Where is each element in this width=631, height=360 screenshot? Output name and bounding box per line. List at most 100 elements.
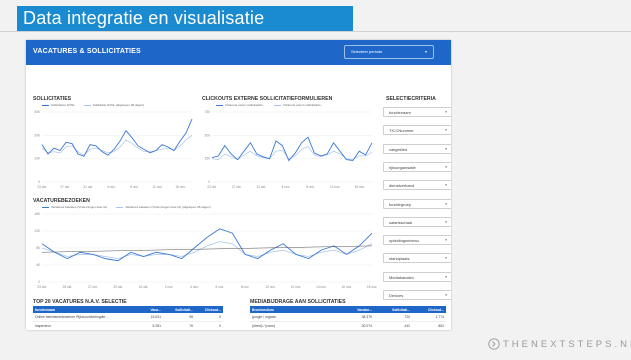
x-tick-label: 23 okt. xyxy=(37,285,47,289)
y-tick-label: 4K xyxy=(36,263,41,267)
x-tick-label: 12 nov. xyxy=(152,185,162,189)
col-header[interactable]: Sollicitati... xyxy=(374,306,412,313)
chevron-down-icon: ▾ xyxy=(445,219,447,224)
filter-label: dienstverband xyxy=(389,183,415,189)
filter-label: TICCNummer xyxy=(389,128,414,134)
sollicitaties-title: SOLLICITATIES xyxy=(33,96,72,102)
legend-item: Sollicitaties NVNL xyxy=(42,103,75,107)
x-tick-label: 2 nov. xyxy=(165,285,174,289)
y-tick-label: 10K xyxy=(34,157,41,161)
legend-item: Sollicitatie NVNL (afgelopen 28 dagen) xyxy=(83,103,144,107)
x-tick-label: 12 nov. xyxy=(291,285,301,289)
period-select-label: Selecteer periode xyxy=(351,49,383,54)
x-tick-label: 16 nov. xyxy=(175,185,185,189)
sollicitaties-legend: Sollicitaties NVNL Sollicitatie NVNL (af… xyxy=(42,103,152,107)
table-cell: 0 xyxy=(195,321,223,330)
filter-label: Devices xyxy=(389,293,404,298)
x-tick-label: 8 nov. xyxy=(130,185,139,189)
x-tick-label: 31 okt. xyxy=(139,285,149,289)
filter-devices[interactable]: Devices ▾ xyxy=(383,290,451,300)
x-tick-label: 29 okt. xyxy=(113,285,123,289)
table-cell: 442 xyxy=(374,321,412,330)
filter-vakgebied[interactable]: vakgebied ▾ xyxy=(383,143,451,154)
legend-item: Clickouts extern sollicitatiefo... xyxy=(274,103,323,107)
x-tick-label: 27 okt. xyxy=(88,285,98,289)
title-divider xyxy=(0,31,631,32)
col-header[interactable]: Sollicitati... xyxy=(163,306,195,313)
filter-standplaats[interactable]: standplaats ▾ xyxy=(383,253,451,264)
dashboard-header: VACATURES & SOLLICITATIES Selecteer peri… xyxy=(26,40,451,65)
table-cell: 98 xyxy=(163,313,195,322)
x-tick-label: 4 nov. xyxy=(190,285,199,289)
clickouts-legend: Clickouts extern sollicitatiefo... Click… xyxy=(216,103,331,107)
y-tick-label: 750 xyxy=(205,110,211,114)
filter-label: rijksorganisatie xyxy=(389,164,416,170)
media-table: Bron/medium Vacatur... Sollicitati... Cl… xyxy=(250,306,446,330)
col-header[interactable]: Vaca... xyxy=(133,306,163,313)
chevron-down-icon: ▾ xyxy=(424,49,427,54)
chevron-down-icon: ▾ xyxy=(445,164,447,169)
x-tick-label: 25 okt. xyxy=(63,285,73,289)
col-header[interactable]: Clickout... xyxy=(412,306,446,313)
top20-table: functienaam Vaca... Sollicitati... Click… xyxy=(33,306,223,330)
series-line-0 xyxy=(41,228,373,262)
filter-salarisschaal[interactable]: salarisschaal ▾ xyxy=(383,216,451,227)
legend-item: Vacatures bekeken (Vinfonningen doel 11)… xyxy=(116,205,211,209)
period-select[interactable]: Selecteer periode ▾ xyxy=(344,45,434,59)
chevron-down-icon: ▾ xyxy=(445,128,447,133)
table-cell: google / organic xyxy=(250,313,338,322)
filter-mediakanalen[interactable]: Mediakanalen ▾ xyxy=(383,271,451,282)
series-line-0 xyxy=(211,136,373,162)
col-header[interactable]: Clickout... xyxy=(195,306,223,313)
filter-dienstverband[interactable]: dienstverband ▾ xyxy=(383,180,451,191)
filter-label: functiegroep xyxy=(389,201,412,207)
y-tick-label: 12K xyxy=(34,229,41,233)
top20-title: TOP 20 VACATURES N.A.V. SELECTIE xyxy=(33,299,127,305)
table-cell: 720 xyxy=(374,313,412,322)
brand-logo-text: THENEXTSTEPS.NL xyxy=(503,339,631,350)
table-cell: 30.074 xyxy=(338,321,374,330)
chevron-down-icon: ▾ xyxy=(445,293,447,297)
table-cell: 0 xyxy=(195,313,223,322)
y-tick-label: 30K xyxy=(34,110,41,114)
y-tick-label: 0 xyxy=(38,280,40,284)
filter-functiegroep[interactable]: functiegroep ▾ xyxy=(383,198,451,209)
dashboard-panel: VACATURES & SOLLICITATIES Selecteer peri… xyxy=(26,40,451,330)
table-cell: 1.774 xyxy=(412,313,446,322)
table-cell: Inspecteur xyxy=(33,321,133,330)
chevron-down-icon: ▾ xyxy=(445,201,447,206)
table-row[interactable]: Online beleidsmedewerker Rijksvoorlichti… xyxy=(33,313,223,322)
x-tick-label: 27 okt. xyxy=(60,185,70,189)
x-tick-label: 23 okt. xyxy=(207,185,217,189)
table-row[interactable]: Inspecteur 5.281 76 0 xyxy=(33,321,223,330)
table-row[interactable]: google / organic 38.379 720 1.774 xyxy=(250,313,446,322)
table-row[interactable]: (direct) / (none) 30.074 442 852 xyxy=(250,321,446,330)
series-line-0 xyxy=(41,118,193,157)
col-header[interactable]: Vacatur... xyxy=(338,306,374,313)
col-header[interactable]: functienaam xyxy=(33,306,133,313)
x-tick-label: 12 nov. xyxy=(330,185,340,189)
vacaturebezoeken-chart: 0 4K 8K 12K 16K 23 okt. 25 okt. 27 okt. 29 okt. 3… xyxy=(34,212,377,289)
x-tick-label: 4 nov. xyxy=(282,185,291,189)
filters-title: SELECTIECRITERIA xyxy=(386,96,436,102)
x-tick-label: 16 nov. xyxy=(342,285,352,289)
x-tick-label: 6 nov. xyxy=(215,285,224,289)
filter-functienaam[interactable]: functienaam ▾ xyxy=(383,107,451,117)
x-tick-label: 10 nov. xyxy=(265,285,275,289)
filter-rijksorganisatie[interactable]: rijksorganisatie ▾ xyxy=(383,161,451,172)
x-tick-label: 8 nov. xyxy=(241,285,250,289)
filter-ticcnummer[interactable]: TICCNummer ▾ xyxy=(383,125,451,136)
filter-opleidingsniveau[interactable]: opleidingsniveau ▾ xyxy=(383,235,451,246)
table-cell: 15.631 xyxy=(133,313,163,322)
legend-item: Vacatures bekeken (Vinfonningen doel 11) xyxy=(42,205,107,209)
table-cell: (direct) / (none) xyxy=(250,321,338,330)
trend-line xyxy=(41,245,373,253)
table-cell: 852 xyxy=(412,321,446,330)
col-header[interactable]: Bron/medium xyxy=(250,306,338,313)
y-tick-label: 8K xyxy=(36,246,41,250)
table-cell: 76 xyxy=(163,321,195,330)
y-tick-label: 0 xyxy=(208,180,210,184)
chevron-down-icon: ▾ xyxy=(445,274,447,279)
filter-label: salarisschaal xyxy=(389,219,413,225)
table-cell: 5.281 xyxy=(133,321,163,330)
